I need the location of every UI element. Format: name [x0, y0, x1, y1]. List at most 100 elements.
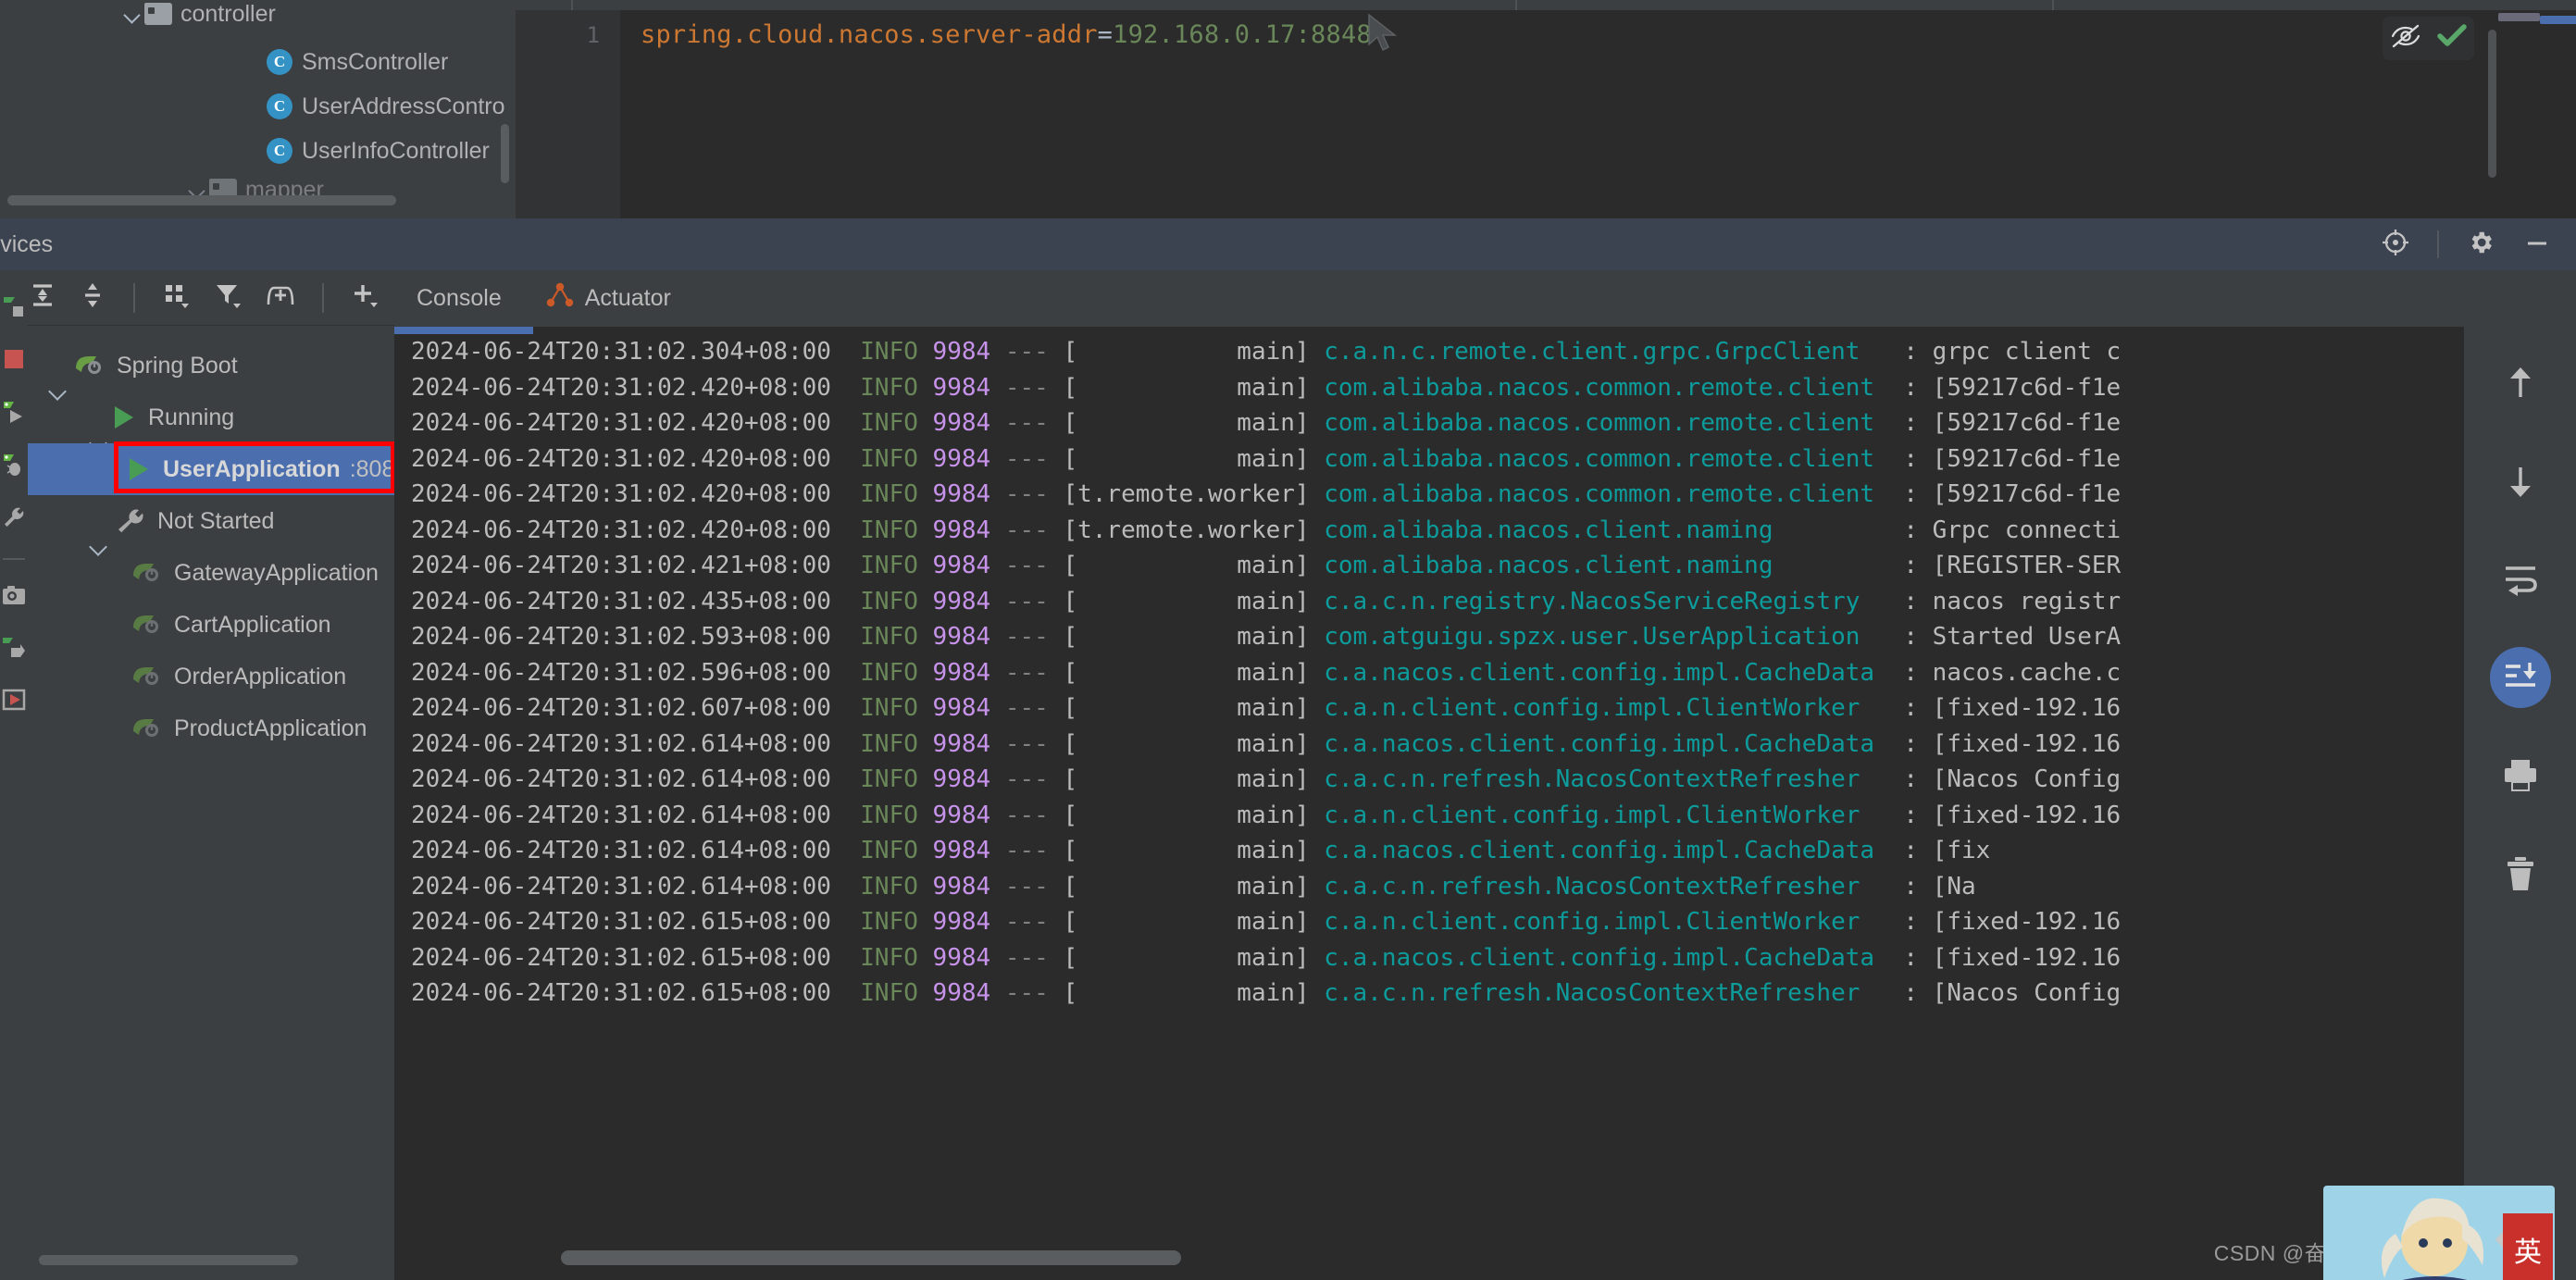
rerun-stop-icon[interactable] [2, 294, 26, 323]
log-space [918, 908, 933, 936]
console-panel: Console Actuator 2024-06-24T20:31:02.304… [394, 270, 2576, 1280]
log-space [1310, 694, 1325, 722]
log-timestamp: 2024-06-24T20:31:02.614+08:00 [411, 765, 831, 793]
log-timestamp: 2024-06-24T20:31:02.421+08:00 [411, 552, 831, 579]
run-with-coverage-icon[interactable] [2, 688, 26, 716]
services-node-label: Running [148, 404, 235, 430]
log-message: : [Nacos Config [1888, 765, 2122, 793]
log-pid: 9984 [932, 837, 991, 864]
filter-icon[interactable] [213, 280, 244, 315]
trash-icon[interactable] [2490, 843, 2551, 904]
editor-code-line[interactable]: spring.cloud.nacos.server-addr=192.168.0… [641, 20, 1372, 49]
check-icon[interactable] [2437, 24, 2467, 53]
log-message: : [fix [1888, 837, 1991, 864]
soft-wrap-icon[interactable] [2490, 549, 2551, 610]
services-node-label: CartApplication [174, 611, 331, 638]
eye-off-icon[interactable] [2390, 24, 2421, 53]
collapse-all-icon[interactable] [78, 280, 107, 315]
scroll-down-icon[interactable] [2490, 451, 2551, 512]
log-logger: com.alibaba.nacos.common.remote.client [1324, 444, 1889, 473]
services-item-gatewayapplication[interactable]: GatewayApplication [28, 547, 394, 599]
log-timestamp: 2024-06-24T20:31:02.614+08:00 [411, 801, 831, 829]
log-message: : [59217c6d-f1e [1888, 373, 2122, 402]
run-actions-strip [0, 270, 28, 1280]
settings-gear-icon[interactable] [2467, 229, 2495, 261]
log-timestamp: 2024-06-24T20:31:02.420+08:00 [411, 480, 831, 508]
expand-all-icon[interactable] [28, 280, 57, 315]
class-icon: C [267, 93, 292, 119]
project-tree-item-useraddresscontroller[interactable]: C UserAddressContro [0, 85, 516, 128]
log-timestamp: 2024-06-24T20:31:02.614+08:00 [411, 837, 831, 864]
scroll-up-icon[interactable] [2490, 353, 2551, 414]
log-thread: [ main] [1063, 908, 1310, 936]
services-item-cartapplication[interactable]: CartApplication [28, 599, 394, 651]
rerun-icon[interactable] [2, 635, 26, 664]
project-tree-item-controller[interactable]: controller [0, 0, 516, 35]
console-log-line: 2024-06-24T20:31:02.593+08:00 INFO 9984 … [411, 619, 2121, 655]
plus-icon[interactable] [350, 280, 381, 315]
services-tree-horizontal-scrollbar[interactable] [39, 1255, 298, 1265]
run-icon[interactable] [2, 400, 26, 429]
console-horizontal-scrollbar[interactable] [561, 1250, 1181, 1265]
log-logger: c.a.nacos.client.config.impl.CacheData [1324, 729, 1889, 758]
log-separator: --- [990, 480, 1064, 508]
add-tab-icon[interactable] [265, 280, 296, 315]
services-item-productapplication[interactable]: ProductApplication [28, 702, 394, 754]
services-node-spring-boot[interactable]: Spring Boot [28, 340, 394, 391]
top-region: controller C SmsController C UserAddress… [0, 0, 2576, 218]
log-timestamp: 2024-06-24T20:31:02.304+08:00 [411, 338, 831, 366]
services-tree[interactable]: Spring Boot Running UserApplication :808 [28, 327, 395, 1280]
console-log-line: 2024-06-24T20:31:02.435+08:00 INFO 9984 … [411, 584, 2121, 620]
log-thread: [t.remote.worker] [1063, 516, 1310, 544]
settings-wrench-icon[interactable] [2, 505, 26, 534]
print-icon[interactable] [2490, 745, 2551, 806]
camera-icon[interactable] [2, 584, 26, 611]
editor-panel[interactable]: 1 spring.cloud.nacos.server-addr=192.168… [516, 0, 2576, 218]
scroll-to-end-icon[interactable] [2489, 647, 2551, 708]
tab-console[interactable]: Console [417, 285, 502, 312]
project-tree-item-smscontroller[interactable]: C SmsController [0, 41, 516, 83]
log-message: : [fixed-192.16 [1888, 943, 2122, 972]
log-message: : [fixed-192.16 [1888, 729, 2122, 758]
class-icon: C [267, 49, 292, 75]
minimize-icon[interactable] [2522, 229, 2552, 261]
services-item-orderapplication[interactable]: OrderApplication [28, 651, 394, 702]
debug-icon[interactable] [2, 453, 26, 481]
inspection-widget[interactable] [2383, 17, 2474, 60]
log-space [918, 659, 933, 687]
project-tree-item-userinfocontroller[interactable]: C UserInfoController [0, 130, 516, 172]
project-tree-horizontal-scrollbar[interactable] [7, 195, 396, 205]
log-pid: 9984 [932, 979, 991, 1007]
stop-icon[interactable] [2, 347, 26, 376]
log-pid: 9984 [932, 729, 991, 758]
log-message: : nacos registr [1888, 587, 2122, 615]
log-space [918, 588, 933, 615]
log-space [918, 445, 933, 473]
project-tree-vertical-scrollbar[interactable] [501, 124, 509, 183]
services-item-userapplication[interactable]: UserApplication :808 [28, 441, 395, 495]
group-by-icon[interactable] [161, 280, 193, 315]
editor-vertical-scrollbar[interactable] [2488, 30, 2496, 178]
locate-icon[interactable] [2382, 229, 2409, 261]
log-separator: --- [990, 765, 1064, 793]
log-timestamp: 2024-06-24T20:31:02.420+08:00 [411, 373, 831, 402]
log-space [831, 944, 860, 972]
log-message: : [fixed-192.16 [1888, 801, 2122, 829]
project-tree-panel[interactable]: controller C SmsController C UserAddress… [0, 0, 516, 218]
log-pid: 9984 [932, 552, 991, 579]
tab-actuator[interactable]: Actuator [546, 282, 671, 315]
tab-console-label: Console [417, 285, 502, 311]
log-separator: --- [990, 338, 1064, 366]
log-thread: [ main] [1063, 552, 1310, 579]
console-log-line: 2024-06-24T20:31:02.596+08:00 INFO 9984 … [411, 655, 2121, 691]
chevron-down-icon[interactable] [120, 2, 144, 26]
services-group-not-started[interactable]: Not Started [28, 495, 394, 547]
log-pid: 9984 [932, 872, 991, 901]
services-group-running[interactable]: Running [28, 391, 394, 443]
console-log-line: 2024-06-24T20:31:02.304+08:00 INFO 9984 … [411, 334, 2121, 370]
log-pid: 9984 [932, 409, 991, 437]
console-output[interactable]: 2024-06-24T20:31:02.304+08:00 INFO 9984 … [394, 327, 2464, 1280]
project-tree-label: controller [180, 0, 276, 27]
spring-boot-dim-icon [131, 715, 163, 742]
log-level: INFO [860, 623, 918, 651]
